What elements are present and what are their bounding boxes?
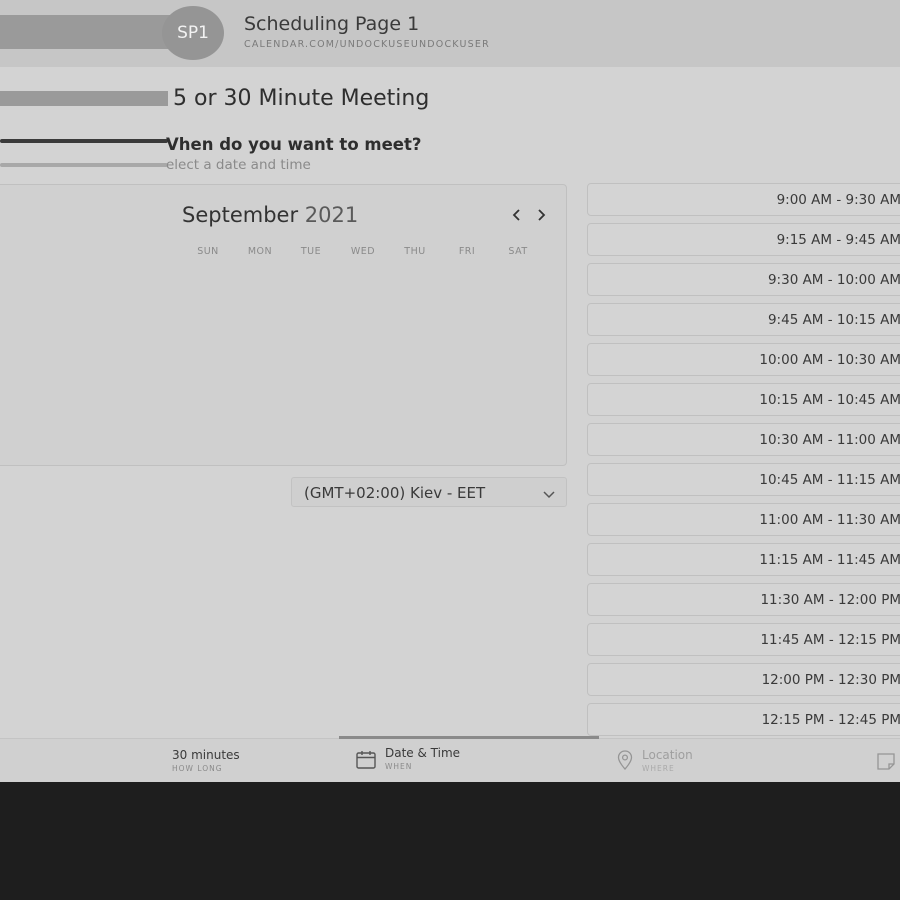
time-slot-label: 12:00 PM - 12:30 PM	[761, 672, 900, 688]
step-duration[interactable]: 30 minutes HOW LONG	[172, 739, 332, 782]
calendar-month-name: September	[182, 203, 299, 227]
chevron-right-icon[interactable]	[531, 205, 551, 225]
time-slot[interactable]: 9:00 AM - 9:30 AM	[587, 183, 900, 216]
time-slot-label: 9:30 AM - 10:00 AM	[767, 272, 900, 288]
time-slot-label: 9:45 AM - 10:15 AM	[767, 312, 900, 328]
step-duration-sub: HOW LONG	[172, 764, 223, 773]
calendar: September 2021 SUN MON TUE WED THU FRI S…	[0, 184, 567, 466]
step-location-sub: WHERE	[642, 764, 675, 773]
note-icon	[876, 751, 898, 773]
page-title: Scheduling Page 1	[244, 13, 420, 35]
calendar-icon	[355, 749, 377, 771]
hint-accent-bar	[0, 163, 168, 167]
weekday-sun: SUN	[197, 246, 219, 257]
time-slot[interactable]: 11:45 AM - 12:15 PM	[587, 623, 900, 656]
step-location[interactable]: Location WHERE	[614, 739, 814, 782]
time-slot[interactable]: 9:15 AM - 9:45 AM	[587, 223, 900, 256]
step-date-time-label: Date & Time	[385, 746, 461, 760]
weekday-fri: FRI	[458, 246, 476, 257]
chevron-down-icon	[542, 486, 556, 500]
step-duration-label: 30 minutes	[172, 748, 240, 762]
weekday-tue: TUE	[300, 246, 322, 257]
question-heading: Vhen do you want to meet?	[166, 135, 422, 154]
timezone-select[interactable]: (GMT+02:00) Kiev - EET	[291, 477, 567, 507]
weekday-thu: THU	[404, 246, 426, 257]
avatar: SP1	[162, 6, 224, 60]
time-slot[interactable]: 9:45 AM - 10:15 AM	[587, 303, 900, 336]
timezone-value: (GMT+02:00) Kiev - EET	[304, 484, 486, 502]
calendar-month: September 2021	[182, 203, 358, 227]
question-hint: elect a date and time	[166, 157, 311, 173]
time-slot[interactable]: 12:15 PM - 12:45 PM	[587, 703, 900, 736]
step-notes[interactable]	[876, 739, 900, 782]
location-pin-icon	[614, 749, 636, 771]
weekday-wed: WED	[350, 246, 376, 257]
time-slot-label: 11:15 AM - 11:45 AM	[759, 552, 900, 568]
time-slot-label: 10:45 AM - 11:15 AM	[759, 472, 900, 488]
step-location-label: Location	[642, 748, 693, 762]
step-footer: 30 minutes HOW LONG Date & Time WHEN Loc…	[0, 736, 900, 782]
weekday-sat: SAT	[508, 246, 528, 257]
time-slot[interactable]: 10:45 AM - 11:15 AM	[587, 463, 900, 496]
time-slot[interactable]: 9:30 AM - 10:00 AM	[587, 263, 900, 296]
time-slot-label: 9:15 AM - 9:45 AM	[776, 232, 900, 248]
time-slot-label: 11:30 AM - 12:00 PM	[760, 592, 900, 608]
step-date-time-sub: WHEN	[385, 762, 413, 771]
time-slot[interactable]: 11:30 AM - 12:00 PM	[587, 583, 900, 616]
time-slot-label: 10:00 AM - 10:30 AM	[759, 352, 900, 368]
scheduling-app: SP1 Scheduling Page 1 CALENDAR.COM/UNDOC…	[0, 0, 900, 782]
page-url[interactable]: CALENDAR.COM/UNDOCKUSEUNDOCKUSER	[244, 39, 490, 50]
chevron-left-icon[interactable]	[507, 205, 527, 225]
time-slot-label: 10:15 AM - 10:45 AM	[759, 392, 900, 408]
time-slot[interactable]: 10:00 AM - 10:30 AM	[587, 343, 900, 376]
header: SP1 Scheduling Page 1 CALENDAR.COM/UNDOC…	[0, 0, 900, 67]
step-date-time[interactable]: Date & Time WHEN	[355, 739, 585, 782]
time-slot[interactable]: 11:00 AM - 11:30 AM	[587, 503, 900, 536]
time-slot-label: 10:30 AM - 11:00 AM	[759, 432, 900, 448]
time-slot[interactable]: 11:15 AM - 11:45 AM	[587, 543, 900, 576]
meeting-title: 5 or 30 Minute Meeting	[173, 86, 430, 111]
time-slot-label: 11:00 AM - 11:30 AM	[759, 512, 900, 528]
question-accent-bar	[0, 139, 168, 143]
title-accent-bar	[0, 91, 168, 106]
time-slot-label: 12:15 PM - 12:45 PM	[761, 712, 900, 728]
time-slot-label: 9:00 AM - 9:30 AM	[776, 192, 900, 208]
time-slot[interactable]: 12:00 PM - 12:30 PM	[587, 663, 900, 696]
time-slot[interactable]: 10:15 AM - 10:45 AM	[587, 383, 900, 416]
weekday-mon: MON	[247, 246, 273, 257]
time-slot-label: 11:45 AM - 12:15 PM	[760, 632, 900, 648]
calendar-year: 2021	[304, 203, 359, 227]
time-slot[interactable]: 10:30 AM - 11:00 AM	[587, 423, 900, 456]
